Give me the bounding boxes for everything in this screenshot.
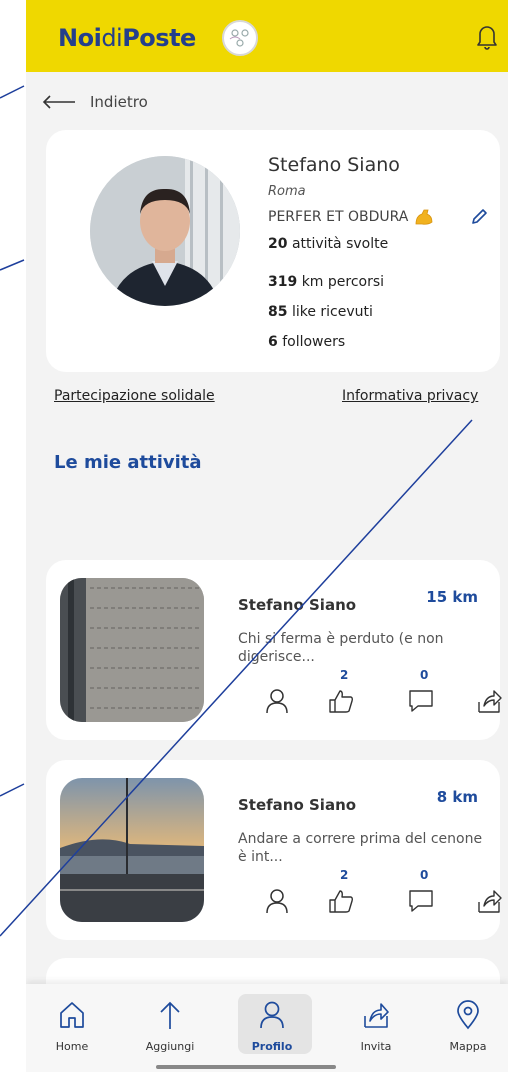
user-icon	[260, 1001, 284, 1029]
activity-description: Chi si ferma è perduto (e non digerisce.…	[238, 631, 444, 665]
section-title: Le mie attività	[54, 452, 202, 473]
like-count: 2	[340, 868, 349, 882]
stat-activities: 20 attività svolte	[268, 236, 389, 252]
nav-add[interactable]: Aggiungi	[130, 984, 210, 1060]
comment-icon[interactable]	[408, 888, 434, 914]
comment-count: 0	[420, 668, 429, 682]
stat-km: 319 km percorsi	[268, 274, 385, 290]
nav-profile[interactable]: Profilo	[232, 984, 312, 1060]
activity-distance: 8 km	[436, 788, 478, 806]
profile-city: Roma	[268, 184, 306, 199]
avatar	[90, 156, 240, 306]
share-icon[interactable]	[476, 888, 502, 914]
share-icon[interactable]	[476, 688, 502, 714]
thumbs-up-icon[interactable]	[328, 688, 354, 714]
thumbs-up-icon[interactable]	[328, 888, 354, 914]
solidarity-link[interactable]: Partecipazione solidale	[54, 388, 215, 404]
share-icon	[364, 1003, 389, 1028]
like-count: 2	[340, 668, 349, 682]
home-indicator	[156, 1065, 336, 1069]
profile-name: Stefano Siano	[268, 154, 400, 176]
back-label: Indietro	[90, 93, 148, 111]
activity-actions: 2 0	[246, 668, 502, 718]
activity-author: Stefano Siano	[238, 796, 357, 814]
profile-card: Stefano Siano Roma PERFER ET OBDURA 20 a…	[46, 130, 500, 372]
back-button[interactable]: Indietro	[42, 90, 148, 114]
motto-text: PERFER ET OBDURA	[268, 209, 409, 225]
activity-actions: 2 0	[246, 868, 502, 918]
activity-distance: 15 km	[426, 588, 478, 606]
flexed-biceps-icon	[415, 209, 433, 225]
user-profile-icon[interactable]	[264, 888, 290, 914]
activity-photo	[60, 578, 204, 722]
logo-badge-icon	[222, 20, 258, 56]
stat-followers: 6 followers	[268, 334, 346, 350]
app-logo: NoidiPoste	[58, 24, 196, 52]
comment-count: 0	[420, 868, 429, 882]
activity-author: Stefano Siano	[238, 596, 357, 614]
arrow-up-icon	[160, 1001, 180, 1029]
home-icon	[60, 1002, 84, 1028]
app-screen: NoidiPoste Indietro Stefano Siano Roma P…	[26, 0, 508, 1072]
privacy-link[interactable]: Informativa privacy	[342, 388, 478, 404]
bottom-navigation: Home Aggiungi Profilo Invita Mappa	[26, 984, 508, 1072]
stat-likes: 85 like ricevuti	[268, 304, 373, 320]
arrow-left-icon	[42, 95, 75, 109]
app-header: NoidiPoste	[26, 0, 508, 72]
nav-home[interactable]: Home	[32, 984, 112, 1060]
activity-description: Andare a correre prima del cenone è int.…	[238, 831, 483, 865]
profile-motto: PERFER ET OBDURA	[268, 208, 434, 226]
bell-icon[interactable]	[476, 24, 498, 50]
nav-invite[interactable]: Invita	[336, 984, 416, 1060]
activity-photo	[60, 778, 204, 922]
edit-pencil-icon[interactable]	[470, 208, 488, 226]
comment-icon[interactable]	[408, 688, 434, 714]
activity-card[interactable]: Stefano Siano 8 km Andare a correre prim…	[46, 760, 502, 940]
nav-map[interactable]: Mappa	[428, 984, 508, 1060]
map-pin-icon	[457, 1000, 479, 1030]
activity-card[interactable]: Stefano Siano 15 km Chi si ferma è perdu…	[46, 560, 502, 740]
user-profile-icon[interactable]	[264, 688, 290, 714]
